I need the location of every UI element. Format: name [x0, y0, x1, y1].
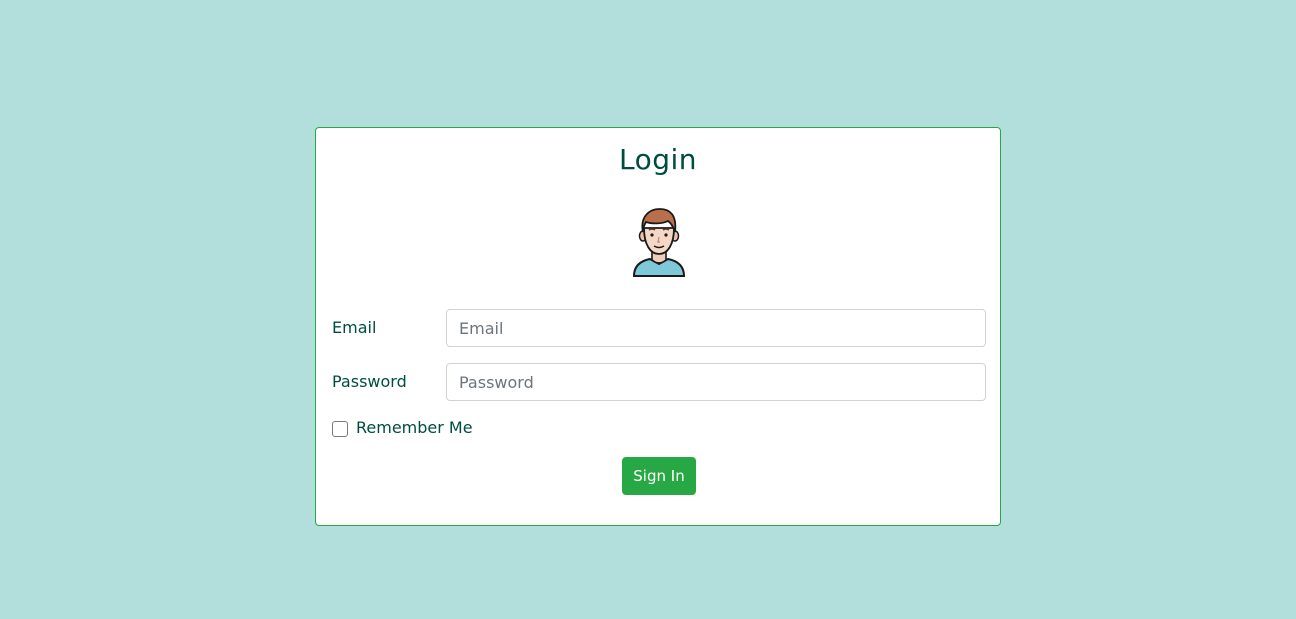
- sign-in-button[interactable]: Sign In: [622, 457, 696, 495]
- password-input[interactable]: [446, 363, 986, 401]
- remember-me-label[interactable]: Remember Me: [356, 417, 473, 439]
- email-input[interactable]: [446, 309, 986, 347]
- user-avatar-icon: [630, 206, 688, 278]
- password-label: Password: [332, 372, 407, 391]
- login-title: Login: [618, 143, 698, 176]
- login-card: Login Email Password: [315, 127, 1001, 526]
- remember-me-checkbox[interactable]: [332, 421, 348, 437]
- email-label: Email: [332, 318, 377, 337]
